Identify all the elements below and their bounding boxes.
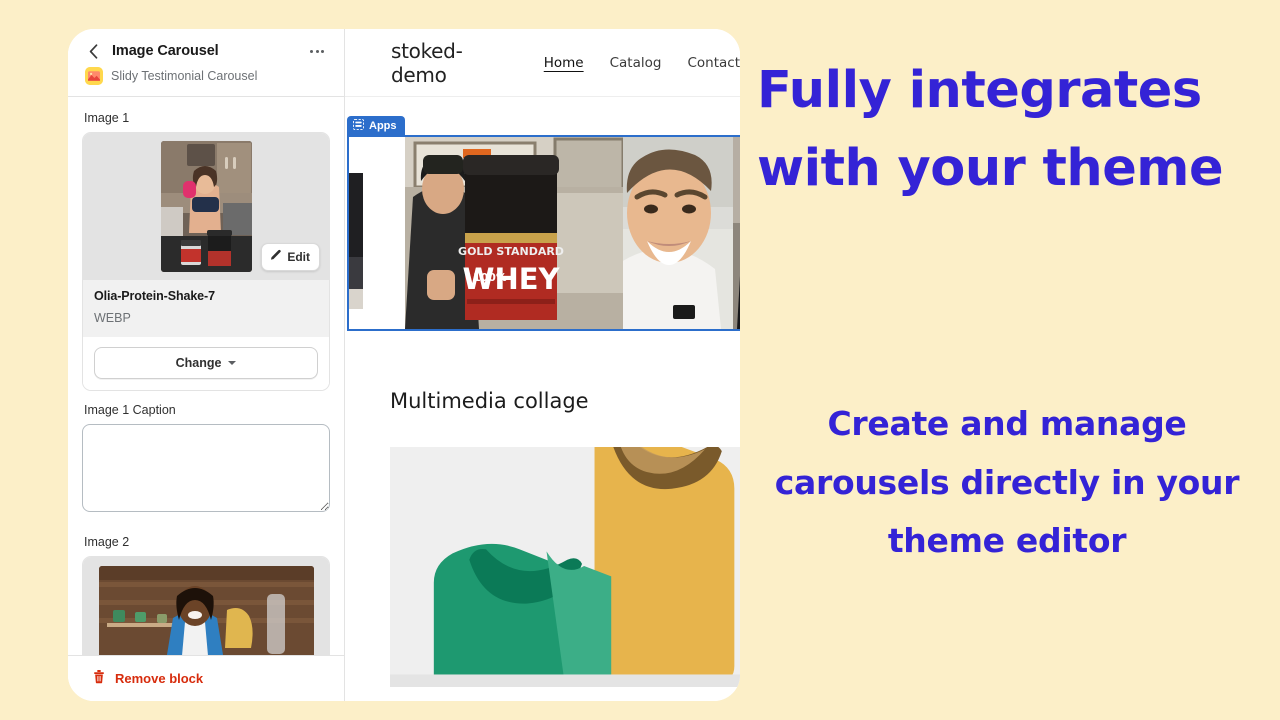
apps-badge-label: Apps xyxy=(369,119,397,132)
image-file-name: Olia-Protein-Shake-7 xyxy=(94,289,215,303)
field-label-image-1: Image 1 xyxy=(84,111,130,125)
change-image-button[interactable]: Change xyxy=(94,347,318,379)
carousel-selected-section[interactable]: GOLD STANDARD WHEY 100% xyxy=(347,135,740,331)
image-1-media-card: Edit Olia-Protein-Shake-7 WEBP Change xyxy=(82,132,330,391)
collage-placeholder-graphic xyxy=(390,447,740,687)
marketing-subline: Create and manage carousels directly in … xyxy=(774,404,1240,561)
image-2-media-card xyxy=(82,556,330,668)
storefront-preview: stoked-demo Home Catalog Contact Apps GO… xyxy=(345,29,740,701)
sidebar-title-row: Image Carousel xyxy=(84,42,328,60)
carousel-slide-3[interactable]: CYT WHEY 5.5g 28 xyxy=(733,137,740,329)
nav-link-home[interactable]: Home xyxy=(544,55,584,71)
sidebar-header: Image Carousel Slidy Testimonial Carouse… xyxy=(68,29,344,97)
image-1-thumbnail xyxy=(160,141,252,272)
slidy-app-icon xyxy=(85,67,103,85)
field-label-image-1-caption: Image 1 Caption xyxy=(84,403,176,417)
store-name: stoked-demo xyxy=(391,38,463,87)
change-button-wrap: Change xyxy=(83,337,329,390)
shopify-theme-editor-window: Image Carousel Slidy Testimonial Carouse… xyxy=(68,29,740,701)
carousel-slide-0[interactable] xyxy=(349,137,405,329)
pencil-icon xyxy=(269,249,282,265)
app-name-label: Slidy Testimonial Carousel xyxy=(111,69,258,83)
section-title-multimedia-collage: Multimedia collage xyxy=(390,389,589,413)
carousel-slide-1[interactable]: GOLD STANDARD WHEY 100% xyxy=(405,137,623,329)
carousel-slide-2[interactable] xyxy=(623,137,733,329)
app-attribution-row[interactable]: Slidy Testimonial Carousel xyxy=(84,60,328,96)
store-header: stoked-demo Home Catalog Contact xyxy=(345,29,740,97)
edit-image-label: Edit xyxy=(287,250,310,264)
image-1-caption-input[interactable] xyxy=(82,424,330,512)
nav-link-catalog[interactable]: Catalog xyxy=(610,55,662,71)
image-2-thumbnail xyxy=(98,566,314,667)
marketing-headline: Fully integrates with your theme xyxy=(757,61,1224,198)
svg-text:GOLD STANDARD: GOLD STANDARD xyxy=(458,245,564,258)
block-settings-sidebar: Image Carousel Slidy Testimonial Carouse… xyxy=(68,29,345,701)
field-label-image-2: Image 2 xyxy=(84,535,130,549)
apps-section-badge[interactable]: Apps xyxy=(347,116,405,135)
more-horizontal-icon[interactable] xyxy=(306,42,328,60)
trash-icon[interactable] xyxy=(92,669,106,689)
image-1-metadata: Olia-Protein-Shake-7 WEBP xyxy=(83,280,329,337)
image-2-preview xyxy=(83,557,329,667)
chevron-left-icon[interactable] xyxy=(84,42,102,60)
change-image-label: Change xyxy=(175,356,222,370)
remove-block-button[interactable]: Remove block xyxy=(115,671,203,686)
image-1-preview: Edit xyxy=(83,133,329,280)
apps-grid-icon xyxy=(353,118,364,133)
page-title: Image Carousel xyxy=(112,43,219,59)
sidebar-scroll-body[interactable]: Image 1 Edit Olia-Protein-Shake-7 WEBP C… xyxy=(68,97,344,701)
svg-text:100%: 100% xyxy=(473,271,507,284)
store-nav: Home Catalog Contact xyxy=(544,55,740,71)
chevron-down-icon xyxy=(228,361,237,365)
nav-link-contact[interactable]: Contact xyxy=(687,55,740,71)
image-file-type: WEBP xyxy=(94,311,131,325)
edit-image-button[interactable]: Edit xyxy=(261,243,320,271)
sidebar-footer: Remove block xyxy=(68,655,344,701)
